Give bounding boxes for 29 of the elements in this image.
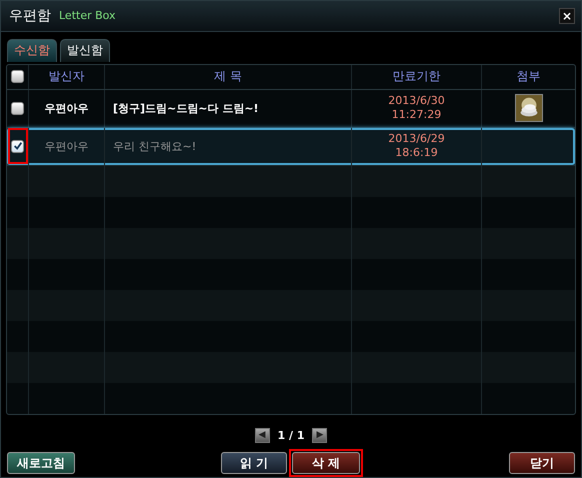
selected-row[interactable]: 우편아우 우리 친구해요~! 2013/6/29 18:6:19	[7, 128, 575, 166]
checkbox[interactable]	[11, 102, 24, 115]
expiry-text: 2013/6/29	[388, 132, 445, 146]
button[interactable]: 읽 기	[221, 452, 287, 474]
column-header[interactable]: 발신자	[48, 68, 84, 86]
button[interactable]: 삭 제	[292, 452, 360, 474]
sender-text: 우편아우	[44, 138, 88, 154]
column-header[interactable]: 만료기한	[392, 68, 440, 86]
button[interactable]: 새로고침	[7, 452, 75, 474]
coins-icon[interactable]	[514, 94, 542, 122]
button[interactable]: 닫기	[509, 452, 575, 474]
checkbox[interactable]	[11, 140, 24, 153]
page-indicator: 1 / 1	[278, 428, 304, 442]
expiry-text: 11:27:29	[392, 108, 442, 122]
close-button[interactable]: ×	[559, 8, 575, 24]
sender-text: 우편아우	[44, 100, 88, 116]
checkbox[interactable]	[11, 70, 24, 84]
tab[interactable]: 수신함	[7, 38, 57, 62]
next-page-button[interactable]: ▶	[312, 428, 328, 443]
expiry-text: 2013/6/30	[388, 94, 445, 108]
tab[interactable]: 발신함	[60, 38, 110, 62]
expiry-text: 18:6:19	[395, 146, 438, 160]
column-header[interactable]: 제 목	[214, 68, 242, 86]
window-title: 우편함	[9, 6, 51, 25]
column-header[interactable]: 첨부	[516, 68, 540, 86]
previous-page-button[interactable]: ◀	[254, 428, 270, 443]
subject-text: 우리 친구해요~!	[113, 138, 196, 154]
subject-text: [청구]드림~드림~다 드림~!	[113, 100, 259, 116]
window-subtitle: Letter Box	[59, 9, 116, 22]
